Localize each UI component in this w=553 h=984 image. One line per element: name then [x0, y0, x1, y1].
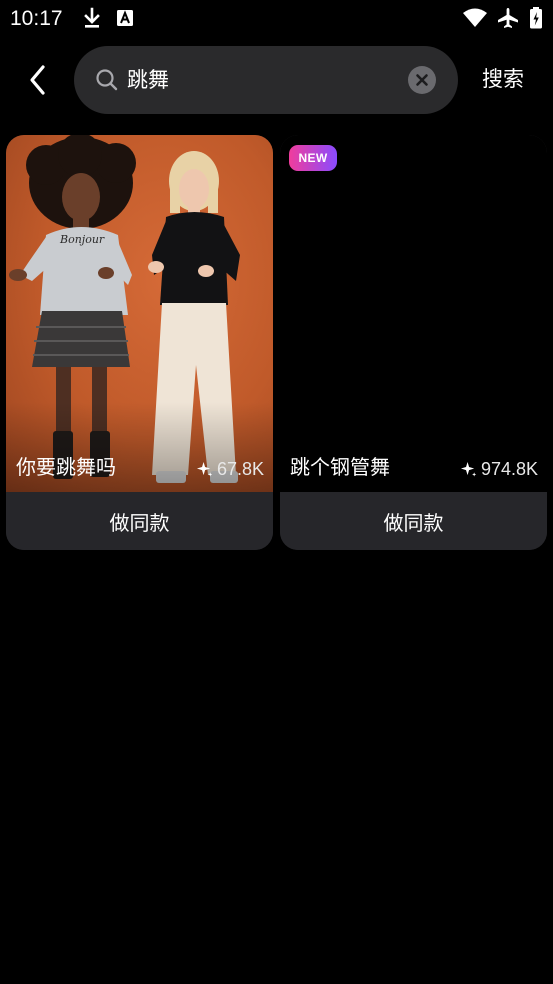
use-template-button[interactable]: 做同款	[280, 492, 547, 550]
wifi-icon	[463, 8, 487, 27]
search-input[interactable]	[127, 66, 387, 94]
sparkle-icon	[460, 461, 477, 476]
status-time: 10:17	[10, 7, 63, 30]
usage-count-value: 974.8K	[480, 459, 538, 479]
search-button[interactable]: 搜索	[482, 64, 524, 94]
status-bar: 10:17	[0, 0, 553, 38]
battery-icon	[530, 7, 542, 29]
sparkle-icon	[196, 461, 213, 476]
clear-icon	[416, 74, 428, 86]
new-badge: NEW	[289, 145, 337, 171]
back-button[interactable]	[18, 60, 58, 100]
svg-text:Bonjour: Bonjour	[59, 233, 105, 246]
result-card[interactable]: Bonjour 你要跳舞吗 67.8K 做同款	[6, 135, 273, 550]
card-title: 跳个钢管舞	[290, 455, 390, 479]
usage-count: 974.8K	[460, 457, 538, 481]
clear-search-button[interactable]	[408, 66, 436, 94]
usage-count-value: 67.8K	[216, 459, 264, 479]
font-icon	[117, 10, 133, 26]
card-title: 你要跳舞吗	[16, 455, 116, 479]
video-thumbnail[interactable]	[280, 135, 547, 492]
usage-count: 67.8K	[196, 457, 264, 481]
use-template-button[interactable]: 做同款	[6, 492, 273, 550]
chevron-left-icon	[30, 65, 45, 95]
search-icon	[96, 69, 118, 91]
download-icon	[84, 7, 100, 28]
airplane-mode-icon	[498, 8, 518, 28]
result-card[interactable]: NEW 跳个钢管舞 974.8K 做同款	[280, 135, 547, 550]
search-bar[interactable]	[74, 46, 458, 114]
